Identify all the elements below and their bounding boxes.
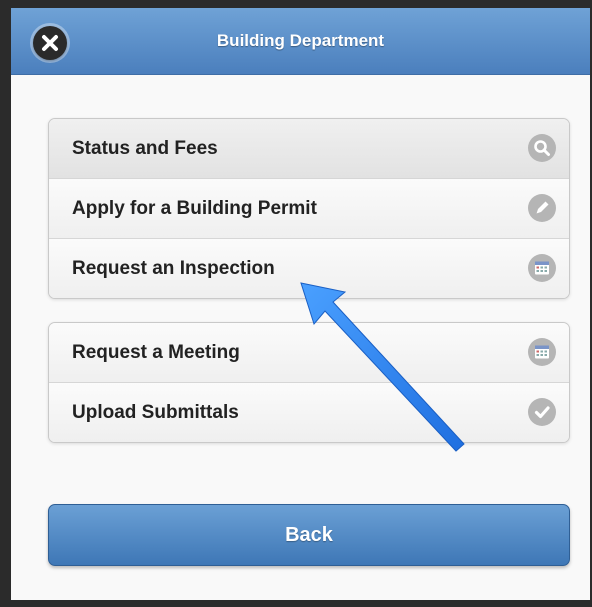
pencil-icon bbox=[528, 194, 556, 222]
calendar-icon bbox=[528, 338, 556, 366]
menu-item-request-meeting[interactable]: Request a Meeting bbox=[49, 323, 569, 383]
dialog: Building Department Status and Fees Appl… bbox=[11, 8, 590, 600]
menu-item-status-and-fees[interactable]: Status and Fees bbox=[49, 119, 569, 179]
menu-item-label: Apply for a Building Permit bbox=[72, 198, 317, 219]
menu-item-request-inspection[interactable]: Request an Inspection bbox=[49, 239, 569, 298]
page-title: Building Department bbox=[216, 31, 385, 50]
menu-item-label: Upload Submittals bbox=[72, 402, 239, 423]
calendar-icon bbox=[528, 254, 556, 282]
menu-item-label: Request a Meeting bbox=[72, 342, 240, 363]
menu-item-label: Request an Inspection bbox=[72, 258, 275, 279]
menu-item-upload-submittals[interactable]: Upload Submittals bbox=[49, 383, 569, 442]
menu-item-apply-building-permit[interactable]: Apply for a Building Permit bbox=[49, 179, 569, 239]
menu-item-label: Status and Fees bbox=[72, 138, 218, 159]
checkmark-icon bbox=[528, 398, 556, 426]
back-button[interactable]: Back bbox=[48, 504, 570, 566]
menu-group-primary: Status and Fees Apply for a Building Per… bbox=[48, 118, 570, 299]
menu-group-secondary: Request a Meeting Upload Submittals bbox=[48, 322, 570, 443]
back-button-label: Back bbox=[285, 524, 333, 546]
search-icon bbox=[528, 134, 556, 162]
header-bar: Building Department bbox=[11, 8, 590, 75]
